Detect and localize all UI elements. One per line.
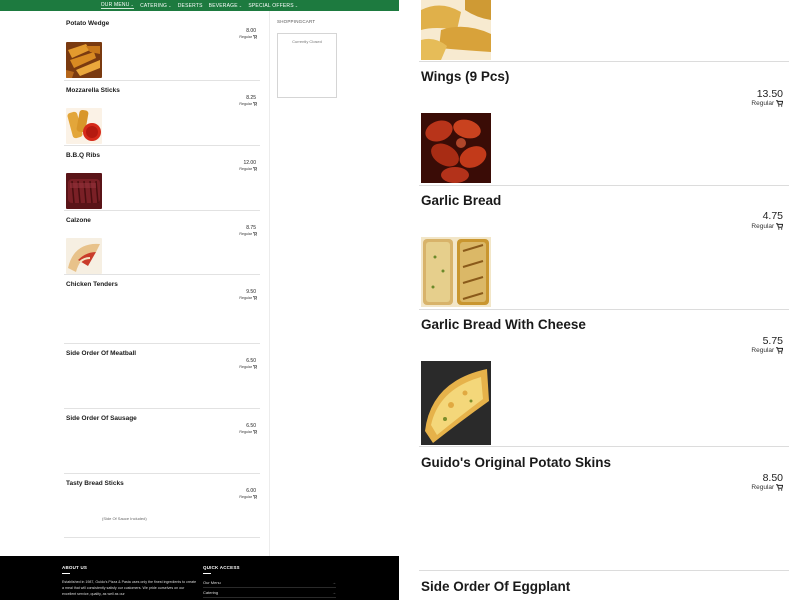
footer-link-our-menu[interactable]: Our Menu → (203, 580, 336, 588)
garlic-bread-photo (421, 237, 491, 307)
size-option-regular[interactable]: Regular (239, 102, 257, 106)
menu-item-price: 5.75 (762, 335, 783, 347)
menu-item[interactable]: Garlic Bread 4.75 Regular (419, 186, 789, 309)
menu-item-name: Guido's Original Potato Skins (421, 455, 611, 470)
menu-item[interactable]: Side Order Of Eggplant (419, 571, 789, 600)
menu-item[interactable]: B.B.Q Ribs 12.00 Regular (64, 146, 260, 211)
menu-item-name: Calzone (66, 217, 91, 224)
add-to-cart-icon[interactable] (253, 35, 257, 39)
mozzarella-sticks-photo (66, 108, 102, 144)
calzone-photo (66, 238, 102, 274)
add-to-cart-icon[interactable] (253, 365, 257, 369)
add-to-cart-icon[interactable] (253, 430, 257, 434)
menu-item-name: Garlic Bread With Cheese (421, 317, 586, 332)
menu-item[interactable]: Wings (9 Pcs) 13.50 Regular (419, 62, 789, 186)
site-footer: ABOUT US Established in 1987, Guido's Pi… (0, 556, 399, 600)
top-navigation-bar: OUR MENU⌄ CATERING⌄ DESERTS BEVERAGE⌄ SP… (0, 0, 399, 11)
menu-item-price: 6.50 (246, 358, 256, 364)
about-us-text: Established in 1987, Guido's Pizza & Pas… (62, 580, 197, 596)
menu-item-price: 6.50 (246, 423, 256, 429)
menu-page-zoomed-panel: Wings (9 Pcs) 13.50 Regular Garlic Bread… (399, 0, 800, 600)
potato-wedge-photo (66, 42, 102, 78)
menu-item-name: Side Order Of Eggplant (421, 579, 571, 594)
menu-item-name: Side Order Of Sausage (66, 415, 137, 422)
menu-item[interactable]: Garlic Bread With Cheese 5.75 Regular (419, 310, 789, 446)
nav-item-catering[interactable]: CATERING⌄ (140, 3, 172, 9)
add-to-cart-icon[interactable] (776, 223, 783, 230)
menu-item-name: Tasty Bread Sticks (66, 480, 124, 487)
nav-item-special-offers[interactable]: SPECIAL OFFERS⌄ (248, 3, 298, 9)
wings-photo (421, 113, 491, 183)
column-divider (269, 11, 270, 556)
shopping-cart-panel: Currently Closed (277, 33, 337, 98)
size-option-regular[interactable]: Regular (239, 232, 257, 236)
menu-item-price: 8.00 (246, 28, 256, 34)
size-option-regular[interactable]: Regular (239, 167, 257, 171)
menu-item[interactable]: Guido's Original Potato Skins 8.50 Regul… (419, 447, 789, 571)
menu-item[interactable]: Chicken Tenders 9.50 Regular (64, 275, 260, 344)
add-to-cart-icon[interactable] (253, 296, 257, 300)
footer-link-catering[interactable]: Catering → (203, 590, 336, 598)
menu-item-name: B.B.Q Ribs (66, 152, 100, 159)
nav-item-our-menu[interactable]: OUR MENU⌄ (100, 2, 135, 9)
menu-item-name: Mozzarella Sticks (66, 87, 120, 94)
chevron-down-icon: ⌄ (294, 2, 299, 8)
size-option-regular[interactable]: Regular (239, 296, 257, 300)
heading-underline (62, 573, 70, 574)
menu-item-price: 4.75 (762, 210, 783, 222)
menu-item[interactable]: Mozzarella Sticks 8.25 Regular (64, 81, 260, 146)
menu-item-name: Garlic Bread (421, 193, 502, 208)
quick-access-heading: QUICK ACCESS (203, 565, 240, 570)
nav-item-deserts[interactable]: DESERTS (178, 3, 203, 9)
add-to-cart-icon[interactable] (776, 347, 783, 354)
bbq-ribs-photo (66, 173, 102, 209)
menu-item-name: Potato Wedge (66, 20, 110, 27)
shopping-cart-heading: SHOPPINGCART (277, 19, 316, 24)
add-to-cart-icon[interactable] (253, 232, 257, 236)
about-us-heading: ABOUT US (62, 565, 88, 570)
cart-status: Currently Closed (292, 39, 322, 44)
arrow-right-icon: → (332, 590, 336, 595)
menu-item[interactable]: Tasty Bread Sticks 6.00 Regular (Side Of… (64, 474, 260, 538)
size-option-regular[interactable]: Regular (751, 223, 783, 230)
size-option-regular[interactable]: Regular (751, 484, 783, 491)
size-option-regular[interactable]: Regular (239, 35, 257, 39)
garlic-bread-cheese-photo (421, 361, 491, 445)
arrow-right-icon: → (332, 580, 336, 585)
menu-item[interactable]: Side Order Of Sausage 6.50 Regular (64, 409, 260, 474)
menu-item-price: 9.50 (246, 289, 256, 295)
split-screen-view: OUR MENU⌄ CATERING⌄ DESERTS BEVERAGE⌄ SP… (0, 0, 800, 600)
menu-item-name: Side Order Of Meatball (66, 350, 137, 357)
size-option-regular[interactable]: Regular (239, 495, 257, 499)
chevron-down-icon: ⌄ (238, 2, 243, 8)
menu-item-price: 8.25 (246, 95, 256, 101)
add-to-cart-icon[interactable] (776, 100, 783, 107)
heading-underline (203, 573, 211, 574)
add-to-cart-icon[interactable] (253, 102, 257, 106)
chicken-tenders-photo (421, 0, 491, 60)
add-to-cart-icon[interactable] (776, 484, 783, 491)
add-to-cart-icon[interactable] (253, 167, 257, 171)
menu-item-price: 12.00 (243, 160, 256, 166)
menu-item-price: 6.00 (246, 488, 256, 494)
nav-item-beverage[interactable]: BEVERAGE⌄ (209, 3, 243, 9)
menu-item-name: Chicken Tenders (66, 281, 118, 288)
menu-item-price: 8.75 (246, 225, 256, 231)
size-option-regular[interactable]: Regular (239, 430, 257, 434)
add-to-cart-icon[interactable] (253, 495, 257, 499)
menu-page-overview-panel: OUR MENU⌄ CATERING⌄ DESERTS BEVERAGE⌄ SP… (0, 0, 399, 600)
size-option-regular[interactable]: Regular (751, 347, 783, 354)
size-option-regular[interactable]: Regular (751, 100, 783, 107)
menu-item-list: Potato Wedge 8.00 Regular Mozzarella Sti… (64, 14, 260, 538)
chevron-down-icon: ⌄ (168, 2, 172, 8)
menu-item[interactable]: Side Order Of Meatball 6.50 Regular (64, 344, 260, 409)
size-option-regular[interactable]: Regular (239, 365, 257, 369)
menu-item-price: 8.50 (762, 472, 783, 484)
menu-item[interactable]: Potato Wedge 8.00 Regular (64, 14, 260, 81)
menu-item-note: (Side Of Sauce Included) (102, 516, 147, 521)
menu-item-name: Wings (9 Pcs) (421, 69, 510, 84)
menu-item-price: 13.50 (756, 88, 783, 100)
menu-item[interactable]: Calzone 8.75 Regular (64, 211, 260, 275)
chevron-down-icon: ⌄ (130, 2, 135, 7)
